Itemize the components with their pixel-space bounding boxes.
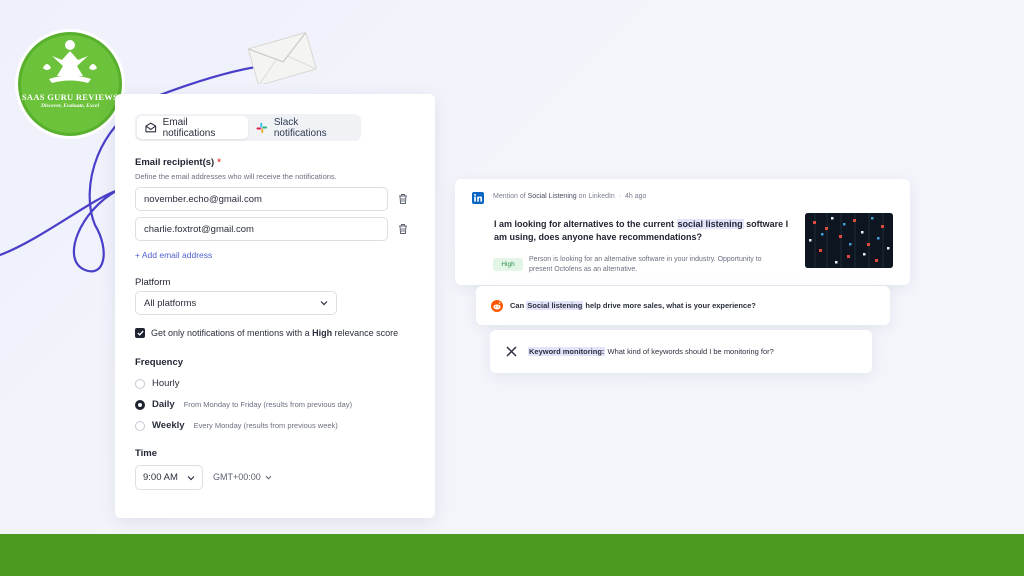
logo-tagline: Discover, Evaluate, Excel <box>40 103 100 109</box>
chevron-down-icon <box>187 475 195 480</box>
mention-card-reddit[interactable]: Can Social listening help drive more sal… <box>476 286 890 325</box>
mention-header: Mention of Social Listening on LinkedIn … <box>493 193 647 200</box>
frequency-option-daily[interactable]: Daily From Monday to Friday (results fro… <box>135 399 352 410</box>
mention-description: Person is looking for an alternative sof… <box>529 256 762 273</box>
frequency-option-label: Weekly <box>152 420 185 431</box>
email-recipients-hint: Define the email addresses who will rece… <box>135 172 337 181</box>
radio-hourly[interactable] <box>135 378 145 389</box>
mention-time: 4h ago <box>624 193 647 200</box>
frequency-option-weekly[interactable]: Weekly Every Monday (results from previo… <box>135 420 338 431</box>
time-label: Time <box>135 448 158 459</box>
email-recipient-input-2[interactable] <box>135 217 388 241</box>
logo-title: SAAS GURU REVIEWS <box>21 92 119 102</box>
notification-settings-card: Email notifications Slack notifications … <box>115 94 435 518</box>
x-icon <box>506 346 517 357</box>
frequency-label: Frequency <box>135 357 184 368</box>
chevron-down-icon <box>265 475 272 479</box>
radio-daily[interactable] <box>135 399 145 410</box>
reddit-icon <box>491 300 503 312</box>
envelope-icon <box>145 122 157 133</box>
check-icon <box>136 330 144 336</box>
relevance-badge: High <box>493 258 523 271</box>
frequency-option-hourly[interactable]: Hourly <box>135 378 179 389</box>
high-relevance-checkbox[interactable] <box>135 328 145 338</box>
tab-label: Email notifications <box>162 116 216 139</box>
high-relevance-label: Get only notifications of mentions with … <box>151 328 399 338</box>
mention-text: Can Social listening help drive more sal… <box>510 301 756 310</box>
add-email-address-link[interactable]: + Add email address <box>135 250 212 260</box>
frequency-option-label: Daily <box>152 399 175 410</box>
time-select[interactable]: 9:00 AM <box>135 465 203 490</box>
tab-label: Slack notifications <box>273 116 327 139</box>
mention-card-linkedin[interactable]: Mention of Social Listening on LinkedIn … <box>455 179 910 285</box>
mention-text: Keyword monitoring: What kind of keyword… <box>528 347 774 356</box>
envelope-illustration <box>247 32 317 84</box>
platform-select[interactable]: All platforms <box>135 291 337 315</box>
tab-email-notifications[interactable]: Email notifications <box>137 116 249 139</box>
trash-icon[interactable] <box>397 223 409 235</box>
notification-tabs: Email notifications Slack notifications <box>135 114 361 141</box>
timezone-select[interactable]: GMT+00:00 <box>213 472 272 482</box>
mention-title-keyword: social listening <box>676 219 744 229</box>
mention-keyword: Keyword monitoring: <box>528 347 606 356</box>
mention-card-x[interactable]: Keyword monitoring: What kind of keyword… <box>490 330 872 373</box>
platform-selected-value: All platforms <box>144 297 197 309</box>
chevron-down-icon <box>320 301 328 306</box>
timezone-value: GMT+00:00 <box>213 472 261 482</box>
time-selected-value: 9:00 AM <box>143 472 178 483</box>
email-recipients-label: Email recipient(s) * <box>135 157 221 168</box>
brand-logo: SAAS GURU REVIEWS Discover, Evaluate, Ex… <box>13 28 127 140</box>
mention-keyword: Social Listening <box>527 193 577 200</box>
mention-thumbnail <box>805 213 893 268</box>
mention-keyword: Social listening <box>526 301 584 310</box>
mention-title: I am looking for alternatives to the cur… <box>494 219 789 242</box>
slack-icon <box>256 122 268 133</box>
linkedin-icon <box>472 192 484 204</box>
frequency-option-description: From Monday to Friday (results from prev… <box>183 400 353 409</box>
required-mark: * <box>217 157 221 168</box>
high-relevance-checkbox-row[interactable]: Get only notifications of mentions with … <box>135 328 398 338</box>
frequency-option-description: Every Monday (results from previous week… <box>193 421 338 430</box>
tab-slack-notifications[interactable]: Slack notifications <box>248 116 359 139</box>
trash-icon[interactable] <box>397 193 409 205</box>
footer-bar <box>0 534 1024 576</box>
platform-label: Platform <box>135 277 171 288</box>
radio-weekly[interactable] <box>135 420 145 431</box>
email-recipient-input-1[interactable] <box>135 187 388 211</box>
frequency-option-label: Hourly <box>152 378 180 389</box>
